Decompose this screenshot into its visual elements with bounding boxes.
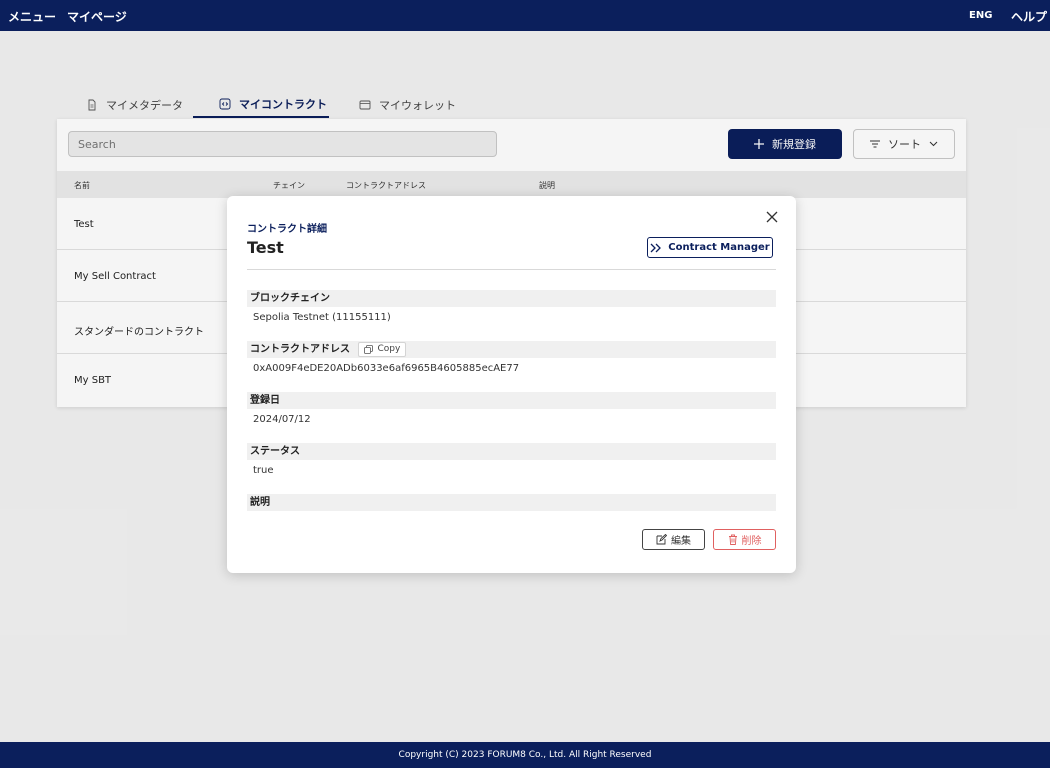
double-chevron-right-icon: [650, 243, 662, 252]
copy-icon: [364, 345, 374, 354]
field-label-description: 説明: [247, 494, 776, 511]
divider: [247, 269, 776, 270]
field-value-contract-address: 0xA009F4eDE20ADb6033e6af6965B4605885ecAE…: [253, 363, 520, 374]
modal-subtitle: コントラクト詳細: [247, 224, 327, 235]
field-label-status: ステータス: [247, 443, 776, 460]
trash-icon: [728, 534, 737, 545]
field-label-contract-address: コントラクトアドレス Copy: [247, 341, 776, 358]
edit-button[interactable]: 編集: [642, 529, 705, 550]
language-toggle[interactable]: ENG: [969, 10, 992, 21]
field-value-blockchain: Sepolia Testnet (11155111): [253, 312, 391, 323]
edit-icon: [656, 534, 667, 545]
field-value-registered-date: 2024/07/12: [253, 414, 311, 425]
copyright-text: Copyright (C) 2023 FORUM8 Co., Ltd. All …: [398, 750, 652, 760]
contract-manager-button[interactable]: Contract Manager: [647, 237, 773, 258]
menu-link[interactable]: メニュー: [8, 8, 56, 25]
modal-title: Test: [247, 238, 284, 257]
field-label-registered-date: 登録日: [247, 392, 776, 409]
delete-button[interactable]: 削除: [713, 529, 776, 550]
field-value-status: true: [253, 465, 274, 476]
mypage-link[interactable]: マイページ: [67, 8, 127, 25]
top-navbar: メニュー マイページ ENG ヘルプ: [0, 0, 1050, 31]
help-link[interactable]: ヘルプ: [1011, 8, 1047, 25]
close-icon[interactable]: [765, 210, 779, 224]
footer: Copyright (C) 2023 FORUM8 Co., Ltd. All …: [0, 742, 1050, 768]
field-label-blockchain: ブロックチェイン: [247, 290, 776, 307]
copy-button[interactable]: Copy: [358, 342, 407, 357]
contract-detail-modal: コントラクト詳細 Test Contract Manager ブロックチェイン …: [227, 196, 796, 573]
